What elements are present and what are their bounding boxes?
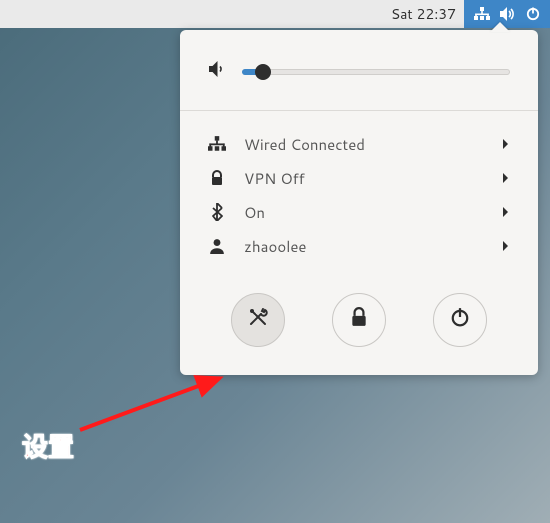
action-button-row: [180, 269, 538, 351]
menu-item-bluetooth[interactable]: On: [180, 195, 538, 229]
vpn-lock-icon: [208, 170, 226, 186]
clock-label: Sat 22:37: [391, 4, 456, 24]
menu-divider: [180, 110, 538, 111]
power-icon: [450, 307, 470, 333]
menu-item-label: VPN Off: [244, 168, 484, 189]
system-menu-popover: Wired Connected VPN Off On: [180, 30, 538, 375]
menu-item-network[interactable]: Wired Connected: [180, 127, 538, 161]
menu-list: Wired Connected VPN Off On: [180, 121, 538, 269]
menu-item-vpn[interactable]: VPN Off: [180, 161, 538, 195]
wired-network-icon: [208, 136, 226, 152]
lock-button[interactable]: [332, 293, 386, 347]
chevron-right-icon: [502, 167, 510, 190]
volume-slider[interactable]: [242, 64, 510, 80]
annotation-label: 设置: [22, 427, 74, 464]
user-icon: [208, 238, 226, 254]
network-icon: [474, 7, 490, 21]
annotation-arrow: [70, 370, 240, 440]
popover-arrow: [490, 22, 510, 32]
volume-low-icon: [208, 60, 228, 84]
menu-item-label: Wired Connected: [244, 134, 484, 155]
power-button[interactable]: [433, 293, 487, 347]
chevron-right-icon: [502, 133, 510, 156]
volume-row: [180, 48, 538, 110]
bluetooth-icon: [208, 203, 226, 221]
chevron-right-icon: [502, 201, 510, 224]
settings-tools-icon: [247, 306, 269, 334]
system-topbar: Sat 22:37: [0, 0, 550, 28]
power-icon: [526, 7, 540, 21]
menu-item-user[interactable]: zhaoolee: [180, 229, 538, 263]
menu-item-label: zhaoolee: [244, 236, 484, 257]
settings-button[interactable]: [231, 293, 285, 347]
chevron-right-icon: [502, 235, 510, 258]
lock-icon: [350, 307, 368, 333]
volume-icon: [500, 7, 516, 21]
menu-item-label: On: [244, 202, 484, 223]
